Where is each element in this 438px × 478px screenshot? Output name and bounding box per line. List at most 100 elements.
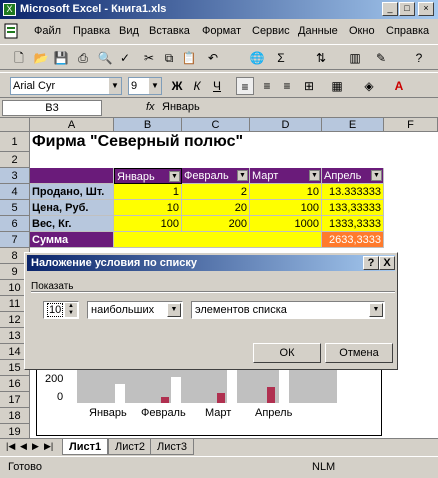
select-all-corner[interactable] [0,118,30,132]
tab-scroll-next-icon[interactable]: ▶ [32,441,39,452]
menu-window[interactable]: Окно [349,24,375,38]
spelling-icon[interactable]: ✓ [116,49,134,67]
menu-insert[interactable]: Вставка [149,24,190,38]
formula-content[interactable]: Январь [162,101,200,113]
header-cell-jan[interactable]: Январь ▼ [114,168,182,184]
column-header[interactable]: C [182,118,250,132]
data-cell[interactable]: 1333,3333 [322,216,384,232]
data-cell[interactable]: 20 [182,200,250,216]
maximize-button[interactable]: □ [399,2,415,16]
font-size-combo[interactable]: 9 ▼ [128,77,162,95]
chart-wizard-icon[interactable]: ▥ [346,49,364,67]
cancel-button[interactable]: Отмена [325,343,393,363]
count-spinner[interactable]: 10 ▲ ▼ [43,301,79,319]
hyperlink-icon[interactable]: 🌐 [248,49,266,67]
italic-button[interactable]: К [188,77,206,95]
ok-button[interactable]: ОК [253,343,321,363]
menu-data[interactable]: Данные [298,24,338,38]
chevron-down-icon[interactable]: ▼ [237,170,248,181]
help-icon[interactable]: ? [363,256,379,270]
row-header[interactable]: 5 [0,200,30,216]
column-header[interactable]: B [114,118,182,132]
borders-icon[interactable]: ▦ [328,77,346,95]
drawing-icon[interactable]: ✎ [372,49,390,67]
which-select[interactable]: наибольших ▼ [87,301,183,319]
minimize-button[interactable]: _ [382,2,398,16]
chevron-down-icon[interactable]: ▼ [371,170,382,181]
font-color-icon[interactable]: A [390,77,408,95]
data-cell[interactable]: 10 [250,184,322,200]
data-cell[interactable]: 1 [114,184,182,200]
sum-label[interactable]: Сумма [30,232,114,248]
menu-tools[interactable]: Сервис [252,24,290,38]
chevron-down-icon[interactable]: ▼ [369,303,383,317]
name-box[interactable]: B3 [2,100,102,116]
close-button[interactable]: × [418,2,434,16]
header-cell-apr[interactable]: Апрель ▼ [322,168,384,184]
autosum-icon[interactable]: Σ [272,49,290,67]
tab-scroll-last-icon[interactable]: ▶| [44,441,53,452]
data-cell[interactable]: 133,33333 [322,200,384,216]
type-select[interactable]: элементов списка ▼ [191,301,385,319]
data-cell[interactable]: 200 [182,216,250,232]
dialog-title-bar[interactable]: Наложение условия по списку [27,255,395,271]
document-icon[interactable] [2,22,20,40]
fx-icon[interactable]: fx [146,101,155,113]
bold-button[interactable]: Ж [168,77,186,95]
tab-scroll-prev-icon[interactable]: ◀ [20,441,27,452]
row-header[interactable]: 3 [0,168,30,184]
header-cell-feb[interactable]: Февраль ▼ [182,168,250,184]
tab-sheet2[interactable]: Лист2 [108,439,153,455]
underline-button[interactable]: Ч [208,77,226,95]
data-cell[interactable]: 13.333333 [322,184,384,200]
print-preview-icon[interactable]: 🔍 [96,49,114,67]
column-header[interactable]: D [250,118,322,132]
chevron-down-icon[interactable]: ▼ [309,170,320,181]
tab-scroll-first-icon[interactable]: |◀ [6,441,15,452]
menu-help[interactable]: Справка [386,24,429,38]
row-label[interactable]: Продано, Шт. [30,184,114,200]
row-header[interactable]: 7 [0,232,30,248]
menu-file[interactable]: Файл [34,24,61,38]
data-cell[interactable]: 10 [114,200,182,216]
align-center-icon[interactable]: ≡ [258,77,276,95]
font-name-combo[interactable]: Arial Cyr ▼ [10,77,122,95]
row-header[interactable]: 18 [0,408,30,424]
sheet-title[interactable]: Фирма "Северный полюс" [30,132,330,152]
column-header[interactable]: E [322,118,384,132]
data-cell[interactable]: 100 [250,200,322,216]
row-header[interactable]: 1 [0,132,30,152]
tab-sheet3[interactable]: Лист3 [150,439,195,455]
chevron-down-icon[interactable]: ▼ [167,303,181,317]
align-left-icon[interactable]: ≡ [236,77,254,95]
menu-edit[interactable]: Правка [73,24,110,38]
column-header[interactable]: A [30,118,114,132]
spin-down-icon[interactable]: ▼ [65,310,77,317]
chevron-down-icon[interactable]: ▼ [149,78,161,94]
merge-center-icon[interactable]: ⊞ [300,77,318,95]
undo-icon[interactable]: ↶ [204,49,222,67]
row-header[interactable]: 4 [0,184,30,200]
excel-app-icon[interactable]: X [3,3,16,16]
row-label[interactable]: Цена, Руб. [30,200,114,216]
new-file-icon[interactable]: 🗋 [10,49,28,67]
open-folder-icon[interactable]: 📂 [32,49,50,67]
fill-color-icon[interactable]: ◈ [360,77,378,95]
row-header[interactable]: 16 [0,376,30,392]
chevron-down-icon[interactable]: ▼ [169,171,180,182]
sum-empty-cells[interactable] [114,232,322,248]
paste-icon[interactable]: 📋 [180,49,198,67]
row-header[interactable]: 17 [0,392,30,408]
help-icon[interactable]: ? [410,49,428,67]
print-icon[interactable]: ⎙ [74,49,92,67]
copy-icon[interactable]: ⧉ [160,49,178,67]
close-icon[interactable]: X [379,256,395,270]
row-header[interactable]: 2 [0,152,30,168]
save-icon[interactable]: 💾 [52,49,70,67]
column-header[interactable]: F [384,118,438,132]
header-cell-mar[interactable]: Март ▼ [250,168,322,184]
tab-sheet1[interactable]: Лист1 [62,439,109,455]
menu-format[interactable]: Формат [202,24,241,38]
cut-icon[interactable]: ✂ [140,49,158,67]
row-header[interactable]: 19 [0,424,30,438]
